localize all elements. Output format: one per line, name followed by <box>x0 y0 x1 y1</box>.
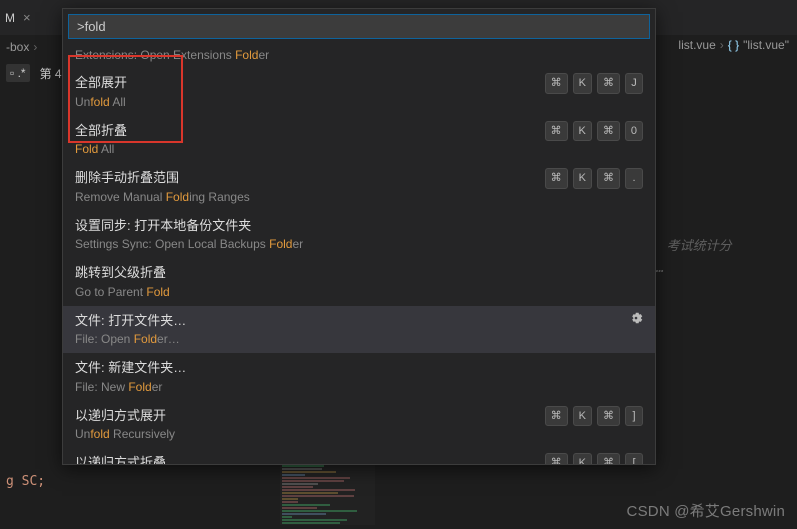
command-item[interactable]: Extensions: Open Extensions Folder <box>63 44 655 68</box>
keybinding-key: ⌘ <box>597 121 620 142</box>
code-fragment: g SC; <box>6 474 45 489</box>
line-info: 第 4 <box>40 65 62 82</box>
command-item[interactable]: 文件: 新建文件夹…File: New Folder <box>63 353 655 401</box>
command-secondary-label: Go to Parent Fold <box>75 283 170 301</box>
command-list: Extensions: Open Extensions Folder全部展开Un… <box>63 44 655 464</box>
command-item[interactable]: 删除手动折叠范围Remove Manual Folding Ranges ⌘K⌘. <box>63 163 655 211</box>
keybinding-key: J <box>625 73 643 94</box>
command-secondary-label: File: Open Folder… <box>75 330 186 348</box>
keybinding-key: K <box>573 168 592 189</box>
watermark: CSDN @希艾Gershwin <box>627 500 785 521</box>
command-secondary-label: Remove Manual Folding Ranges <box>75 188 250 206</box>
gear-icon[interactable] <box>629 311 643 325</box>
chevron-right-icon: › <box>33 40 37 54</box>
keybinding-key: ⌘ <box>597 453 620 464</box>
command-secondary-label: Extensions: Open Extensions Folder <box>75 46 269 64</box>
command-item[interactable]: 以递归方式折叠Fold Recursively⌘K⌘[ <box>63 448 655 464</box>
keybinding-key: ⌘ <box>545 168 568 189</box>
keybinding-key: ⌘ <box>597 73 620 94</box>
command-secondary-label: Settings Sync: Open Local Backups Folder <box>75 235 303 253</box>
command-primary-label: 文件: 打开文件夹… <box>75 311 186 331</box>
breadcrumb-file[interactable]: list.vue <box>678 38 715 52</box>
keybinding-key: ] <box>625 406 643 427</box>
breadcrumb-right: list.vue › { } "list.vue" <box>678 38 789 52</box>
sub-bar: ▫ .* 第 4 <box>0 60 68 86</box>
command-item[interactable]: 以递归方式展开Unfold Recursively ⌘K⌘] <box>63 401 655 449</box>
keybinding-key: 0 <box>625 121 643 142</box>
command-item[interactable]: 全部展开Unfold All⌘K⌘J <box>63 68 655 116</box>
command-item[interactable]: 全部折叠Fold All⌘K⌘0 <box>63 116 655 164</box>
tab-label[interactable]: M <box>5 11 15 25</box>
breadcrumb-symbol[interactable]: "list.vue" <box>743 38 789 52</box>
change-indicator[interactable]: ▫ .* <box>6 64 30 82</box>
command-item[interactable]: 文件: 打开文件夹…File: Open Folder… <box>63 306 655 354</box>
breadcrumb: -box › <box>0 38 43 56</box>
command-primary-label: 文件: 新建文件夹… <box>75 358 186 378</box>
command-secondary-label: File: New Folder <box>75 378 186 396</box>
close-icon[interactable]: × <box>23 10 31 25</box>
keybinding-key: ⌘ <box>545 406 568 427</box>
command-input[interactable] <box>68 14 650 39</box>
keybinding-key: K <box>573 406 592 427</box>
keybinding-key: ⌘ <box>545 453 568 464</box>
keybinding-key: ⌘ <box>597 168 620 189</box>
command-primary-label: 删除手动折叠范围 <box>75 168 250 188</box>
command-primary-label: 设置同步: 打开本地备份文件夹 <box>75 216 303 236</box>
breadcrumb-item[interactable]: -box <box>6 40 29 54</box>
command-primary-label: 跳转到父级折叠 <box>75 263 170 283</box>
keybinding-key: . <box>625 168 643 189</box>
keybinding-key: K <box>573 73 592 94</box>
command-primary-label: 以递归方式折叠 <box>75 453 166 464</box>
keybinding-key: ⌘ <box>545 121 568 142</box>
command-primary-label: 全部展开 <box>75 73 127 93</box>
keybinding-key: K <box>573 121 592 142</box>
keybinding-key: ⌘ <box>597 406 620 427</box>
keybinding-key: K <box>573 453 592 464</box>
command-item[interactable]: 跳转到父级折叠Go to Parent Fold <box>63 258 655 306</box>
command-item[interactable]: 设置同步: 打开本地备份文件夹Settings Sync: Open Local… <box>63 211 655 259</box>
command-primary-label: 全部折叠 <box>75 121 127 141</box>
command-primary-label: 以递归方式展开 <box>75 406 175 426</box>
command-secondary-label: Unfold Recursively <box>75 425 175 443</box>
chevron-right-icon: › <box>720 38 724 52</box>
command-palette: Extensions: Open Extensions Folder全部展开Un… <box>62 8 656 465</box>
keybinding-key: [ <box>625 453 643 464</box>
keybinding-key: ⌘ <box>545 73 568 94</box>
command-secondary-label: Fold All <box>75 140 127 158</box>
command-secondary-label: Unfold All <box>75 93 127 111</box>
